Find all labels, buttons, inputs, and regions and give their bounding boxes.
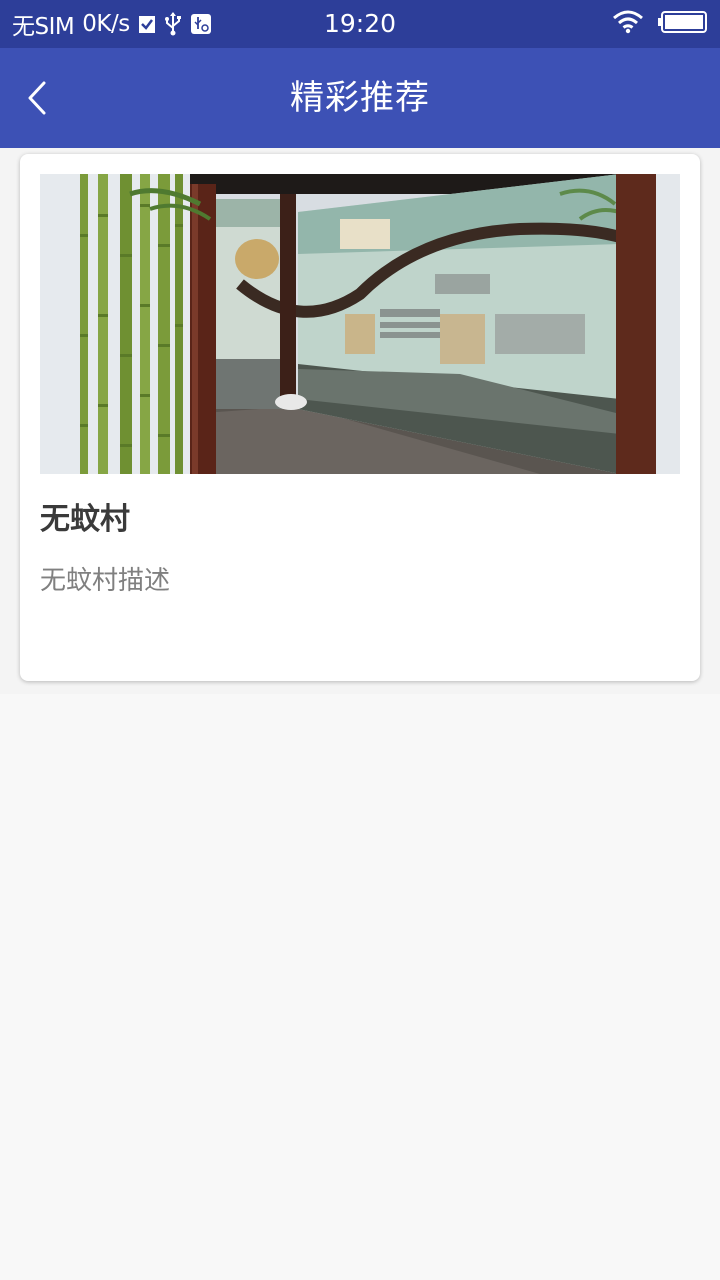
exhibition-hall-image bbox=[40, 174, 680, 474]
status-right bbox=[612, 0, 708, 48]
card-title: 无蚊村 bbox=[40, 502, 130, 537]
recommendation-card[interactable]: 无蚊村 无蚊村描述 bbox=[20, 154, 700, 681]
chevron-left-icon bbox=[28, 81, 46, 115]
card-description: 无蚊村描述 bbox=[40, 566, 171, 596]
wifi-icon bbox=[612, 10, 644, 38]
status-bar: 无SIM 0K/s 19:20 bbox=[0, 0, 720, 48]
page-title: 精彩推荐 bbox=[290, 78, 430, 118]
back-button[interactable] bbox=[14, 74, 62, 122]
app-bar: 精彩推荐 bbox=[0, 48, 720, 148]
battery-icon bbox=[658, 10, 708, 38]
